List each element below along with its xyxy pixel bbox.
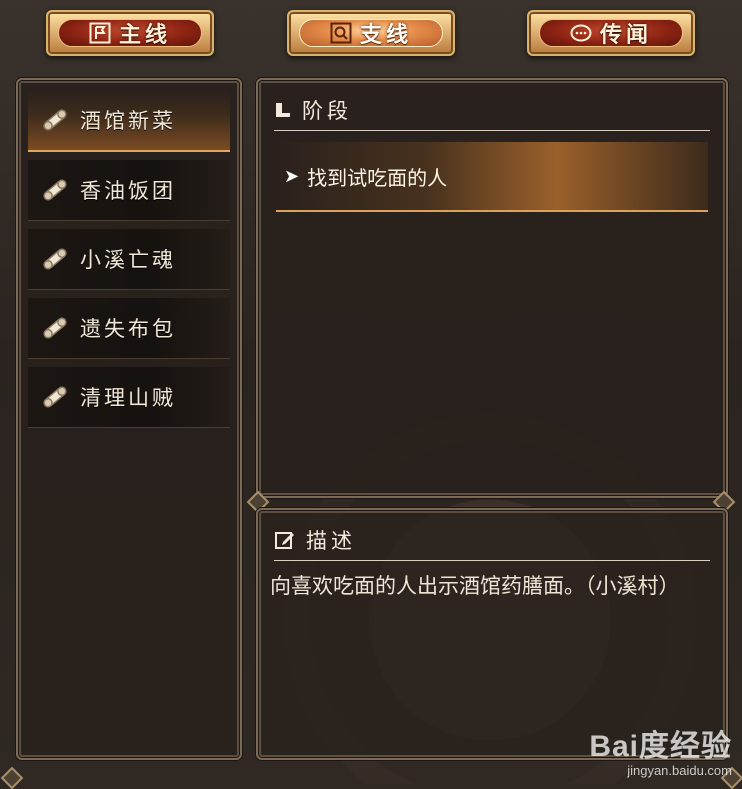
tab-rumors[interactable]: 传闻 <box>527 10 695 56</box>
quest-label: 遗失布包 <box>80 317 176 341</box>
flag-icon <box>89 22 111 44</box>
tab-rumors-label: 传闻 <box>599 23 652 48</box>
quest-item-selected[interactable]: 酒馆新菜 <box>28 90 230 152</box>
quest-label: 清理山贼 <box>80 386 176 410</box>
edit-icon <box>275 532 294 549</box>
stage-header: 阶段 <box>274 90 710 131</box>
scroll-icon <box>43 386 67 408</box>
quest-item[interactable]: 小溪亡魂 <box>28 229 230 290</box>
quest-item[interactable]: 香油饭团 <box>28 160 230 221</box>
quest-list-panel: 酒馆新菜 香油饭团 小溪亡魂 遗失布包 清理山贼 <box>16 78 242 760</box>
quest-item[interactable]: 清理山贼 <box>28 367 230 428</box>
quest-list: 酒馆新菜 香油饭团 小溪亡魂 遗失布包 清理山贼 <box>28 90 230 436</box>
scroll-icon <box>43 317 67 339</box>
tab-side-quest[interactable]: 支线 <box>287 10 455 56</box>
search-icon <box>330 22 352 44</box>
tab-main-quest-label: 主线 <box>118 23 171 48</box>
chat-bubble-icon <box>570 22 592 44</box>
quest-item[interactable]: 遗失布包 <box>28 298 230 359</box>
quest-label: 酒馆新菜 <box>80 109 176 133</box>
scroll-icon <box>43 179 67 201</box>
tab-side-quest-label: 支线 <box>359 23 412 48</box>
watermark: Bai度经验 jingyan.baidu.com <box>589 721 732 778</box>
stage-title: 阶段 <box>302 99 352 123</box>
stage-panel: 阶段 ➤ 找到试吃面的人 <box>256 78 728 498</box>
scroll-icon <box>43 248 67 270</box>
tab-main-quest[interactable]: 主线 <box>46 10 214 56</box>
arrow-right-icon: ➤ <box>284 165 300 187</box>
stage-objective[interactable]: ➤ 找到试吃面的人 <box>276 142 708 212</box>
description-title: 描述 <box>306 529 356 553</box>
description-header: 描述 <box>274 520 710 561</box>
stage-icon <box>276 103 290 117</box>
watermark-site: jingyan.baidu.com <box>627 763 732 778</box>
quest-label: 香油饭团 <box>80 179 176 203</box>
description-text: 向喜欢吃面的人出示酒馆药膳面。（小溪村） <box>270 574 680 598</box>
quest-label: 小溪亡魂 <box>80 248 176 272</box>
stage-objective-text: 找到试吃面的人 <box>307 165 448 190</box>
watermark-brand: Bai度经验 <box>589 730 732 763</box>
scroll-icon <box>43 109 67 131</box>
